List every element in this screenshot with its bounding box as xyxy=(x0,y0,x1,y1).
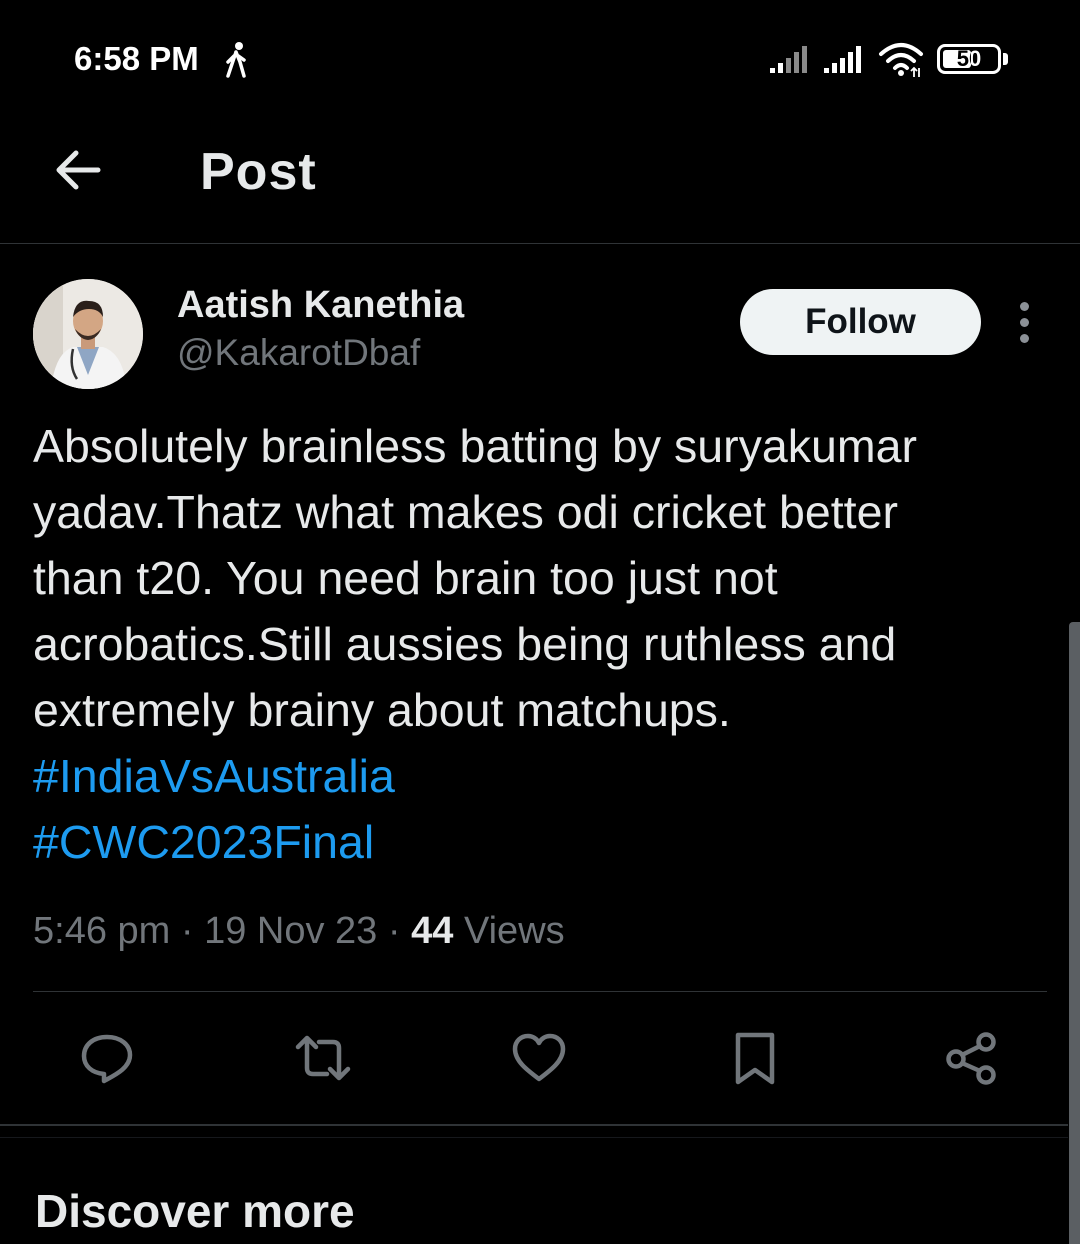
post-text-line: Absolutely brainless batting by suryakum… xyxy=(33,420,917,472)
walking-icon xyxy=(226,42,246,78)
post-text: Absolutely brainless batting by suryakum… xyxy=(33,413,1043,875)
status-time: 6:58 PM xyxy=(74,40,199,77)
share-icon xyxy=(946,1032,996,1085)
post-text-line: yadav.Thatz what makes odi cricket bette… xyxy=(33,486,898,538)
share-button[interactable] xyxy=(938,1025,1004,1091)
bookmark-icon xyxy=(735,1032,775,1085)
author-name[interactable]: Aatish Kanethia xyxy=(177,284,464,327)
like-icon xyxy=(512,1033,566,1082)
discover-more-heading: Discover more xyxy=(35,1185,355,1237)
section-divider xyxy=(0,1124,1068,1126)
like-button[interactable] xyxy=(506,1025,572,1091)
post-text-line: than t20. You need brain too just not xyxy=(33,552,778,604)
battery-icon: 50 xyxy=(937,44,1001,74)
section-divider xyxy=(0,1137,1068,1138)
top-app-bar: Post xyxy=(0,120,1080,244)
battery-tip xyxy=(1003,53,1008,65)
author-handle[interactable]: @KakarotDbaf xyxy=(177,332,420,374)
post-actions xyxy=(0,1025,1080,1095)
post-text-line: extremely brainy about matchups. xyxy=(33,684,731,736)
reply-icon xyxy=(81,1034,133,1084)
retweet-icon xyxy=(295,1035,351,1081)
post-text-line: acrobatics.Still aussies being ruthless … xyxy=(33,618,897,670)
hashtag-link[interactable]: #CWC2023Final xyxy=(33,816,374,868)
meta-separator: · xyxy=(387,910,401,952)
post-time: 5:46 pm xyxy=(33,910,171,952)
more-options-icon[interactable] xyxy=(1010,300,1040,344)
divider xyxy=(33,991,1047,992)
avatar[interactable] xyxy=(33,279,143,389)
bookmark-button[interactable] xyxy=(722,1025,788,1091)
views-label[interactable]: Views xyxy=(464,910,565,952)
page-title: Post xyxy=(200,143,317,201)
retweet-button[interactable] xyxy=(290,1025,356,1091)
views-count: 44 xyxy=(411,910,454,952)
post-date: 19 Nov 23 xyxy=(204,910,378,952)
arrow-left-icon[interactable] xyxy=(50,142,106,198)
battery-level: 50 xyxy=(956,46,982,71)
hashtag-link[interactable]: #IndiaVsAustralia xyxy=(33,750,395,802)
meta-separator: · xyxy=(180,910,194,952)
status-bar: 6:58 PM 50 xyxy=(0,0,1080,120)
follow-button[interactable]: Follow xyxy=(740,289,981,355)
signal-icon xyxy=(770,46,807,73)
reply-button[interactable] xyxy=(74,1025,140,1091)
signal-icon xyxy=(824,46,861,73)
scrollbar[interactable] xyxy=(1069,622,1080,1244)
wifi-icon xyxy=(879,43,923,77)
post-meta: 5:46 pm · 19 Nov 23 · 44 Views xyxy=(33,910,565,953)
